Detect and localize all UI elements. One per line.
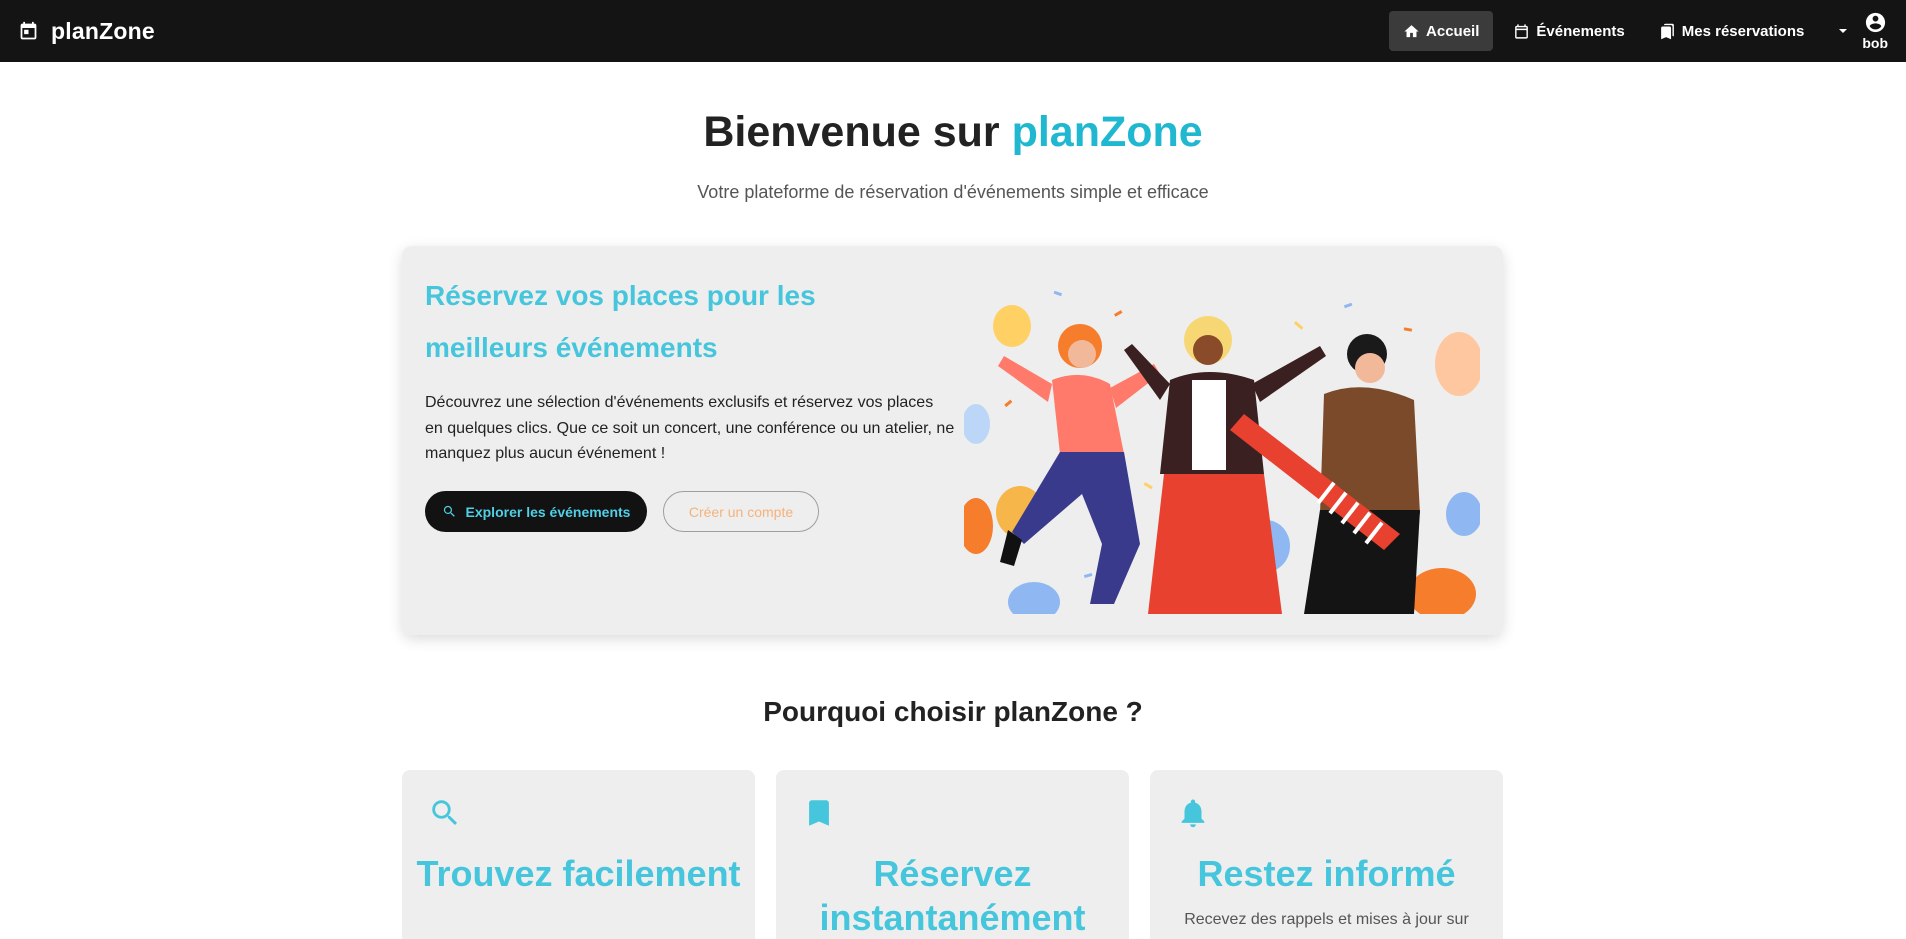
calendar-icon: [20, 21, 37, 39]
title-accent: planZone: [1011, 108, 1203, 156]
nav-item-label: Mes réservations: [1681, 22, 1805, 40]
account-circle-icon: [1865, 12, 1885, 33]
party-people-illustration: [964, 290, 1480, 614]
nav-item-label: Accueil: [1426, 22, 1480, 40]
promo-heading: Réservez vos places pour les meilleurs é…: [425, 280, 816, 363]
feature-title: Restez informé: [1197, 853, 1456, 894]
explore-events-button[interactable]: Explorer les événements: [425, 491, 647, 532]
feature-description: Recevez des rappels et mises à jour sur: [1184, 911, 1469, 928]
bookmark-icon: [809, 800, 829, 826]
top-navbar: planZone Accueil Événements Mes réservat…: [0, 0, 1906, 62]
brand[interactable]: planZone: [18, 18, 155, 45]
feature-card-trouvez: Trouvez facilement: [402, 770, 755, 939]
user-menu[interactable]: bob: [1838, 11, 1888, 51]
bookmarks-icon: [1660, 23, 1674, 39]
nav-item-evenements[interactable]: Événements: [1499, 11, 1638, 51]
nav-item-accueil[interactable]: Accueil: [1389, 11, 1494, 51]
feature-title: Trouvez facilement: [416, 853, 741, 894]
nav-item-mes-reservations[interactable]: Mes réservations: [1645, 11, 1819, 51]
promo-card: Réservez vos places pour les meilleurs é…: [402, 246, 1503, 635]
brand-name: planZone: [51, 17, 155, 44]
promo-text: Découvrez une sélection d'événements exc…: [425, 394, 955, 462]
feature-card-restez-informe: Restez informé Recevez des rappels et mi…: [1150, 770, 1503, 939]
feature-card-reservez: Réservez instantanément: [776, 770, 1129, 939]
page-title: Bienvenue sur planZone: [0, 108, 1906, 157]
title-prefix: Bienvenue sur: [703, 108, 1012, 156]
user-account[interactable]: bob: [1862, 11, 1888, 51]
search-icon: [443, 505, 455, 517]
caret-down-icon: [1839, 29, 1848, 33]
calendar-icon: [1515, 23, 1529, 39]
explore-events-label: Explorer les événements: [465, 503, 631, 520]
section-title: Pourquoi choisir planZone ?: [763, 696, 1143, 727]
home-icon: [1404, 24, 1419, 37]
user-name: bob: [1862, 35, 1888, 51]
bell-icon: [1181, 799, 1205, 828]
page-subtitle: Votre plateforme de réservation d'événem…: [697, 182, 1209, 202]
search-icon: [432, 800, 458, 826]
feature-title: Réservez instantanément: [819, 853, 1086, 938]
nav-item-label: Événements: [1536, 22, 1625, 40]
nav-menu: Accueil Événements Mes réservations bob: [1383, 0, 1888, 62]
create-account-button[interactable]: Créer un compte: [663, 491, 819, 532]
